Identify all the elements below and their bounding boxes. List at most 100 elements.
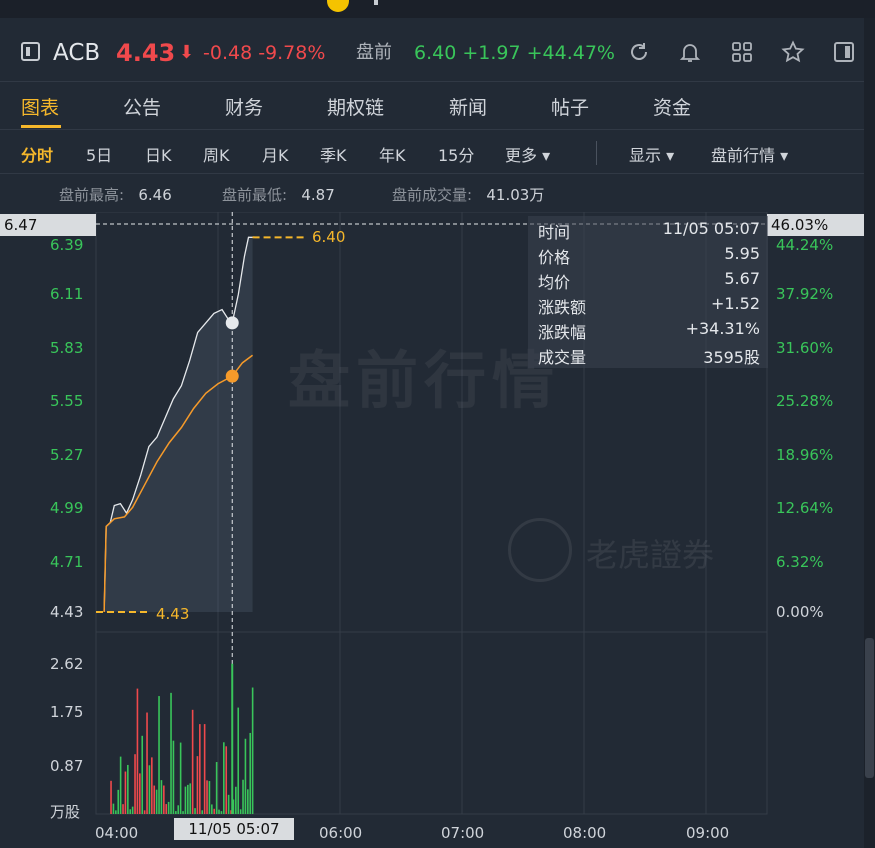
tab-options[interactable]: 期权链: [327, 93, 384, 120]
volume-bar: [146, 712, 148, 814]
y-tick: 6.11: [50, 285, 84, 303]
volume-bar: [148, 765, 151, 814]
y-tick: 4.43: [50, 603, 84, 621]
brand-text: 老虎證券: [586, 536, 715, 574]
volume-bar: [191, 709, 194, 814]
volume-bar: [196, 756, 199, 814]
premarket-label: 盘前: [356, 42, 392, 63]
volume-bar: [143, 810, 146, 814]
x-tick: 08:00: [563, 824, 607, 842]
volume-bar: [194, 808, 196, 814]
pct-tick: 31.60%: [776, 339, 834, 357]
scrollbar[interactable]: [864, 18, 875, 848]
volume-bar: [160, 780, 163, 814]
intraday-chart[interactable]: 盘前行情 老虎證券 6.39 6.11 5.83 5.55 5.27 4.99 …: [0, 212, 864, 848]
period-quarterly[interactable]: 季K: [320, 142, 347, 166]
stat-high: 盘前最高: 6.46: [59, 186, 172, 204]
period-weekly[interactable]: 周K: [203, 142, 230, 166]
brand-logo-icon: [508, 518, 572, 582]
brand-watermark: 老虎證券: [508, 518, 743, 582]
volume-bar: [172, 740, 175, 814]
bell-icon[interactable]: [678, 40, 702, 64]
volume-bar: [151, 757, 153, 814]
x-tick: 09:00: [686, 824, 730, 842]
stat-low: 盘前最低: 4.87: [222, 186, 335, 204]
volume-bar: [244, 738, 247, 814]
premarket-dropdown[interactable]: 盘前行情 ▾: [711, 142, 788, 166]
volume-bar: [206, 780, 208, 814]
tab-financials[interactable]: 财务: [225, 93, 263, 120]
volume-bar: [215, 762, 218, 814]
volume-bar: [153, 785, 156, 814]
volume-bar: [110, 780, 112, 814]
volume-bar: [127, 764, 129, 814]
tooltip-row: 涨跌额 +1.52: [538, 294, 760, 317]
period-more-dropdown[interactable]: 更多 ▾: [505, 142, 550, 166]
x-tick: 04:00: [95, 824, 139, 842]
tab-capital[interactable]: 资金: [653, 93, 691, 120]
period-intraday[interactable]: 分时: [21, 142, 53, 166]
base-price-label: 4.43: [156, 605, 190, 623]
volume-bar: [251, 687, 254, 814]
volume-bar: [117, 789, 120, 814]
volume-bar: [242, 779, 244, 814]
tab-announcements[interactable]: 公告: [123, 93, 161, 120]
tab-chart[interactable]: 图表: [21, 93, 59, 120]
volume-bar: [201, 810, 204, 814]
tab-bar: 图表 公告 财务 期权链 新闻 帖子 资金: [0, 82, 864, 130]
volume-bar: [175, 811, 177, 814]
volume-bar: [199, 724, 201, 814]
y-tick: 4.71: [50, 553, 84, 571]
volume-bar: [213, 808, 216, 814]
volume-unit: 万股: [50, 803, 81, 821]
pct-tick: 6.32%: [776, 553, 824, 571]
y-tick: 5.55: [50, 392, 84, 410]
volume-tick: 0.87: [50, 757, 84, 775]
period-daily[interactable]: 日K: [145, 142, 172, 166]
volume-bar: [155, 789, 158, 814]
pct-tick: 44.24%: [776, 236, 834, 254]
volume-bar: [131, 806, 134, 814]
crosshair-tooltip: 时间 11/05 05:07 价格 5.95 均价 5.67 涨跌额 +1.52 涨跌幅…: [528, 216, 768, 368]
volume-bar: [112, 803, 115, 814]
tooltip-row: 均价 5.67: [538, 269, 760, 292]
tooltip-row: 时间 11/05 05:07: [538, 219, 760, 242]
tooltip-row: 价格 5.95: [538, 244, 760, 267]
volume-bar: [218, 809, 220, 814]
period-yearly[interactable]: 年K: [379, 142, 406, 166]
volume-bar: [129, 809, 132, 814]
volume-bar: [235, 786, 237, 814]
tab-news[interactable]: 新闻: [449, 93, 487, 120]
volume-bar: [119, 756, 122, 814]
volume-bar: [124, 771, 127, 814]
panel-icon[interactable]: [832, 40, 856, 64]
volume-bar: [165, 804, 168, 814]
premarket-stats: 盘前最高: 6.46 盘前最低: 4.87 盘前成交量: 41.03万: [0, 174, 864, 212]
down-arrow-icon: ⬇: [179, 42, 195, 63]
tab-posts[interactable]: 帖子: [551, 93, 589, 120]
sidebar-toggle-icon[interactable]: [21, 42, 40, 61]
pct-tick: 18.96%: [776, 446, 834, 464]
ticker-symbol: ACB: [53, 40, 101, 66]
period-bar: 分时 5日 日K 周K 月K 季K 年K 15分 更多 ▾ 显示 ▾ 盘前行情 …: [0, 130, 864, 174]
x-tick: 06:00: [319, 824, 363, 842]
refresh-icon[interactable]: [627, 40, 651, 64]
period-15min[interactable]: 15分: [438, 142, 474, 166]
crosshair-pct-label: 46.03%: [767, 214, 864, 236]
grid-icon[interactable]: [730, 40, 754, 64]
scrollbar-thumb[interactable]: [865, 638, 874, 778]
volume-tick: 2.62: [50, 655, 84, 673]
crosshair-avg-dot: [225, 369, 239, 383]
display-dropdown[interactable]: 显示 ▾: [629, 142, 674, 166]
period-monthly[interactable]: 月K: [262, 142, 289, 166]
premarket-values: 6.40 +1.97 +44.47%: [414, 42, 615, 64]
volume-bar: [225, 746, 228, 814]
star-icon[interactable]: [781, 40, 805, 64]
last-price: 4.43: [116, 39, 176, 67]
tooltip-row: 成交量 3595股: [538, 348, 760, 367]
period-5day[interactable]: 5日: [86, 142, 112, 166]
volume-bar: [247, 789, 249, 814]
volume-bar: [136, 688, 139, 814]
volume-tick: 1.75: [50, 703, 84, 721]
volume-bar: [208, 781, 211, 814]
